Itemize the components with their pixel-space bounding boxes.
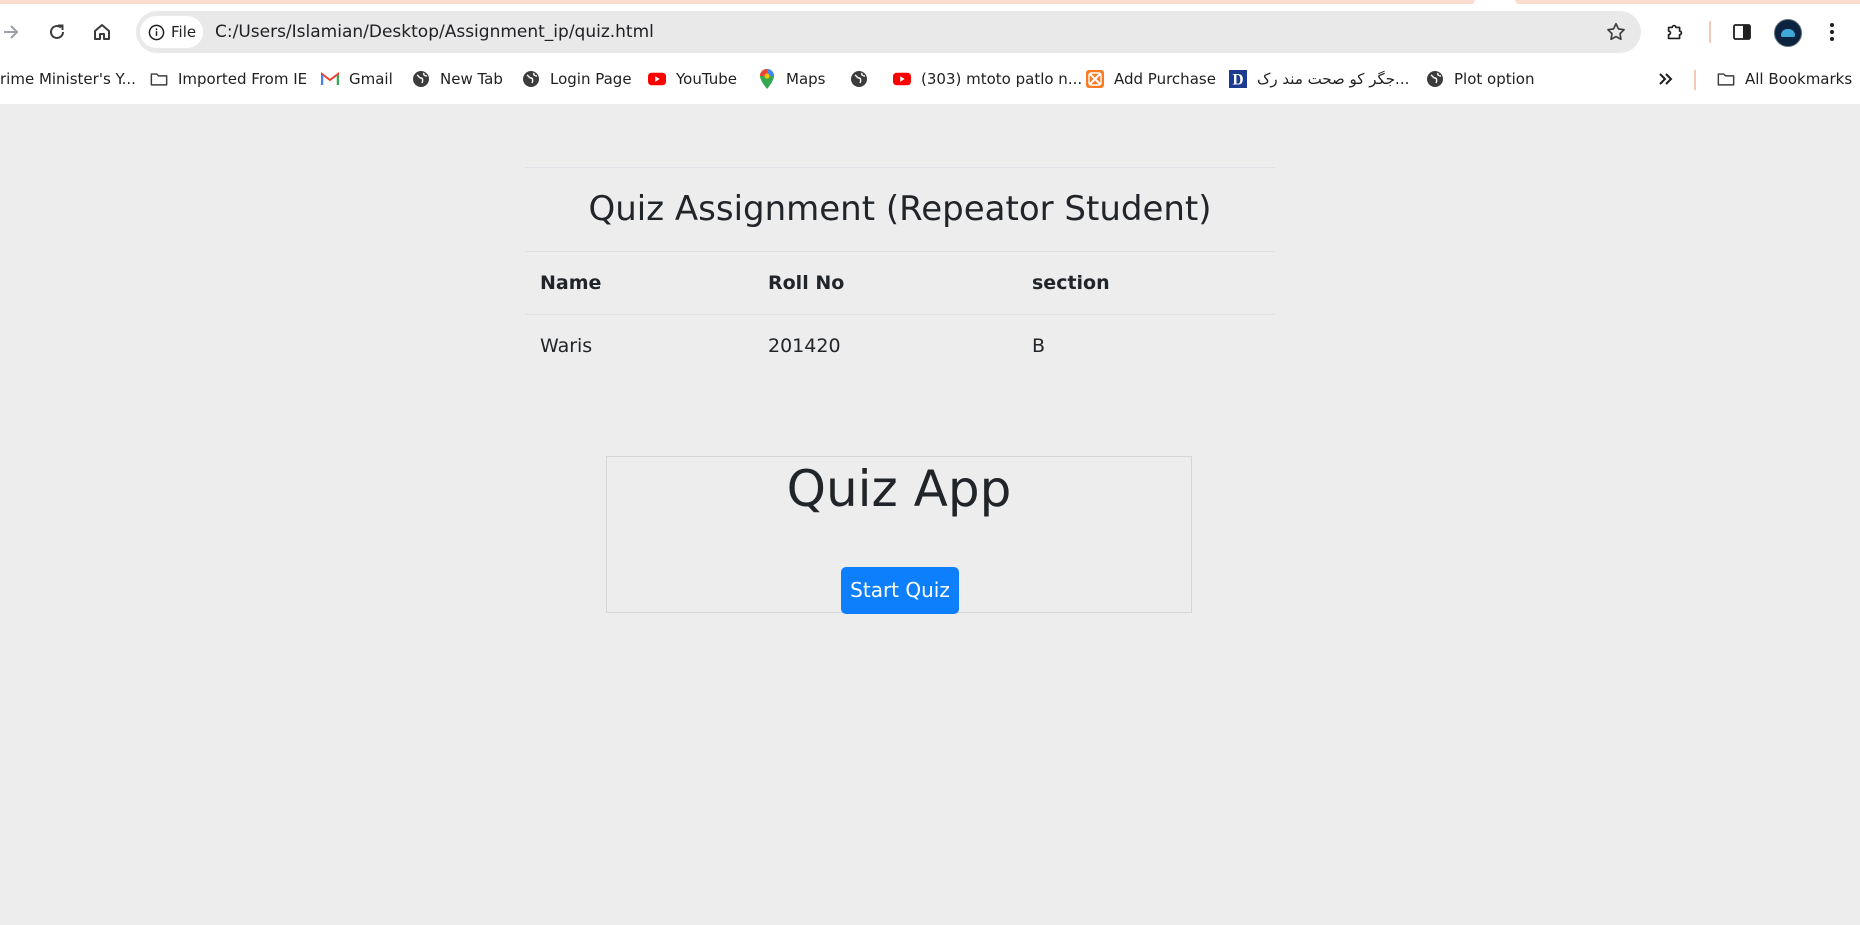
xampp-icon	[1086, 70, 1104, 88]
column-header-name: Name	[540, 272, 602, 294]
home-icon[interactable]	[85, 15, 119, 49]
tab-strip-accent	[1515, 0, 1860, 4]
bookmark-item[interactable]: Add Purchase	[1086, 62, 1216, 96]
bookmark-label: Login Page	[550, 70, 632, 88]
bookmark-label: rime Minister's Y...	[0, 70, 136, 88]
gmail-icon	[321, 70, 339, 88]
bookmark-item[interactable]: Login Page	[522, 62, 632, 96]
file-chip-label: File	[171, 23, 197, 41]
folder-icon	[150, 70, 168, 88]
reload-icon[interactable]	[40, 15, 74, 49]
globe-icon	[850, 70, 868, 88]
bookmark-item[interactable]: Plot option	[1426, 62, 1534, 96]
bookmarks-divider	[1694, 70, 1696, 90]
quiz-container: Quiz App Start Quiz	[606, 456, 1192, 614]
globe-icon	[412, 70, 430, 88]
globe-icon	[1426, 70, 1444, 88]
forward-icon[interactable]	[0, 15, 28, 49]
bookmark-item[interactable]: D جگر کو صحت مند رک...	[1229, 62, 1409, 96]
column-header-roll-no: Roll No	[768, 272, 845, 294]
extensions-icon[interactable]	[1658, 15, 1692, 49]
bookmark-item[interactable]: Imported From IE	[150, 62, 307, 96]
menu-icon[interactable]	[1815, 15, 1849, 49]
quiz-title: Quiz App	[786, 460, 1012, 518]
side-panel-icon[interactable]	[1725, 15, 1759, 49]
folder-icon	[1717, 70, 1735, 88]
browser-chrome: File C:/Users/Islamian/Desktop/Assignmen…	[0, 0, 1860, 104]
info-icon	[148, 24, 165, 40]
page-content: Quiz Assignment (Repeator Student) Name …	[0, 104, 1860, 925]
url-text[interactable]: C:/Users/Islamian/Desktop/Assignment_ip/…	[215, 11, 654, 53]
column-header-section: section	[1032, 272, 1110, 294]
cell-name: Waris	[540, 335, 593, 357]
youtube-icon	[648, 70, 666, 88]
profile-avatar[interactable]	[1774, 19, 1802, 47]
bookmark-item[interactable]: New Tab	[412, 62, 503, 96]
site-info-chip[interactable]: File	[140, 16, 203, 48]
cell-section: B	[1032, 335, 1046, 357]
bookmark-label: New Tab	[440, 70, 503, 88]
tab-strip-accent	[0, 0, 1475, 4]
bookmark-label: YouTube	[676, 70, 737, 88]
bookmark-label: Add Purchase	[1114, 70, 1216, 88]
star-icon[interactable]	[1605, 21, 1627, 47]
bookmark-item[interactable]: YouTube	[648, 62, 737, 96]
table-row: Waris 201420 B	[525, 315, 1275, 377]
youtube-icon	[893, 70, 911, 88]
table-caption: Quiz Assignment (Repeator Student)	[525, 167, 1275, 252]
address-bar[interactable]: File C:/Users/Islamian/Desktop/Assignmen…	[136, 11, 1641, 53]
bookmark-item[interactable]: Gmail	[321, 62, 393, 96]
bookmark-label: Plot option	[1454, 70, 1535, 88]
bookmarks-bar: rime Minister's Y... Imported From IE Gm…	[0, 62, 1860, 96]
bookmark-item[interactable]: (303) mtoto patlo n...	[893, 62, 1082, 96]
bookmark-label: جگر کو صحت مند رک...	[1257, 70, 1410, 88]
maps-icon	[758, 69, 776, 89]
globe-icon	[522, 70, 540, 88]
all-bookmarks-button[interactable]: All Bookmarks	[1717, 62, 1852, 96]
d-icon: D	[1229, 70, 1247, 88]
bookmark-item[interactable]: Maps	[758, 62, 825, 96]
cell-roll-no: 201420	[768, 335, 841, 357]
toolbar-divider	[1709, 21, 1711, 43]
table-header-row: Name Roll No section	[525, 252, 1275, 315]
student-info-table: Quiz Assignment (Repeator Student) Name …	[525, 167, 1275, 377]
svg-text:D: D	[1232, 71, 1243, 88]
all-bookmarks-label: All Bookmarks	[1745, 70, 1853, 88]
bookmark-label: (303) mtoto patlo n...	[921, 70, 1083, 88]
bookmark-label: Maps	[786, 70, 826, 88]
start-quiz-button[interactable]: Start Quiz	[841, 567, 959, 614]
bookmark-item[interactable]	[850, 62, 878, 96]
bookmark-label: Imported From IE	[178, 70, 308, 88]
more-bookmarks-chevron-icon[interactable]	[1658, 62, 1674, 96]
bookmark-item[interactable]: rime Minister's Y...	[0, 62, 136, 96]
bookmark-label: Gmail	[349, 70, 393, 88]
